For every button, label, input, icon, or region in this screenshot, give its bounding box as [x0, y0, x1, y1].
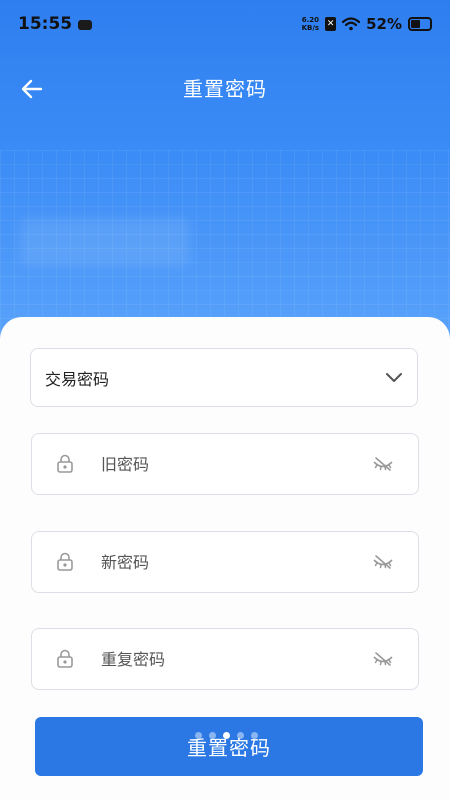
page-title: 重置密码: [183, 76, 267, 101]
eye-off-icon[interactable]: [372, 457, 394, 471]
battery-percent: 52%: [366, 15, 402, 33]
new-password-field: [31, 531, 419, 593]
x-app-icon: ✕: [325, 17, 337, 31]
status-bar: 15:55 6.20 KB/s ✕ 52%: [0, 0, 450, 48]
page-dot[interactable]: [237, 732, 244, 739]
old-password-field: [31, 433, 419, 495]
page-dot-active[interactable]: [223, 732, 230, 739]
back-button[interactable]: [16, 73, 48, 105]
password-type-select[interactable]: 交易密码: [30, 348, 418, 407]
new-password-input[interactable]: [101, 552, 331, 572]
lock-icon: [54, 454, 76, 474]
chevron-down-icon: [386, 372, 402, 382]
repeat-password-input[interactable]: [101, 649, 331, 669]
header-background: [0, 0, 450, 345]
battery-icon: [408, 17, 432, 31]
status-time: 15:55: [18, 14, 73, 34]
old-password-input[interactable]: [101, 454, 331, 474]
page-dot[interactable]: [195, 732, 202, 739]
page-dot[interactable]: [209, 732, 216, 739]
wifi-icon: [342, 17, 361, 31]
nav-bar: 重置密码: [0, 62, 450, 112]
eye-off-icon[interactable]: [372, 555, 394, 569]
page-dot[interactable]: [251, 732, 258, 739]
lock-icon: [54, 552, 76, 572]
eye-off-icon[interactable]: [372, 652, 394, 666]
password-type-value: 交易密码: [45, 369, 110, 389]
lock-icon: [54, 649, 76, 669]
page-indicator: [195, 732, 258, 739]
notification-icon: [78, 20, 93, 30]
blurred-banner: [20, 218, 190, 266]
network-speed: 6.20 KB/s: [302, 16, 319, 32]
network-speed-value: 6.20: [301, 16, 319, 24]
network-speed-unit: KB/s: [301, 24, 320, 32]
arrow-left-icon: [21, 79, 43, 99]
repeat-password-field: [31, 628, 419, 690]
reset-password-button[interactable]: 重置密码: [35, 717, 423, 776]
status-right: 6.20 KB/s ✕ 52%: [302, 15, 432, 33]
